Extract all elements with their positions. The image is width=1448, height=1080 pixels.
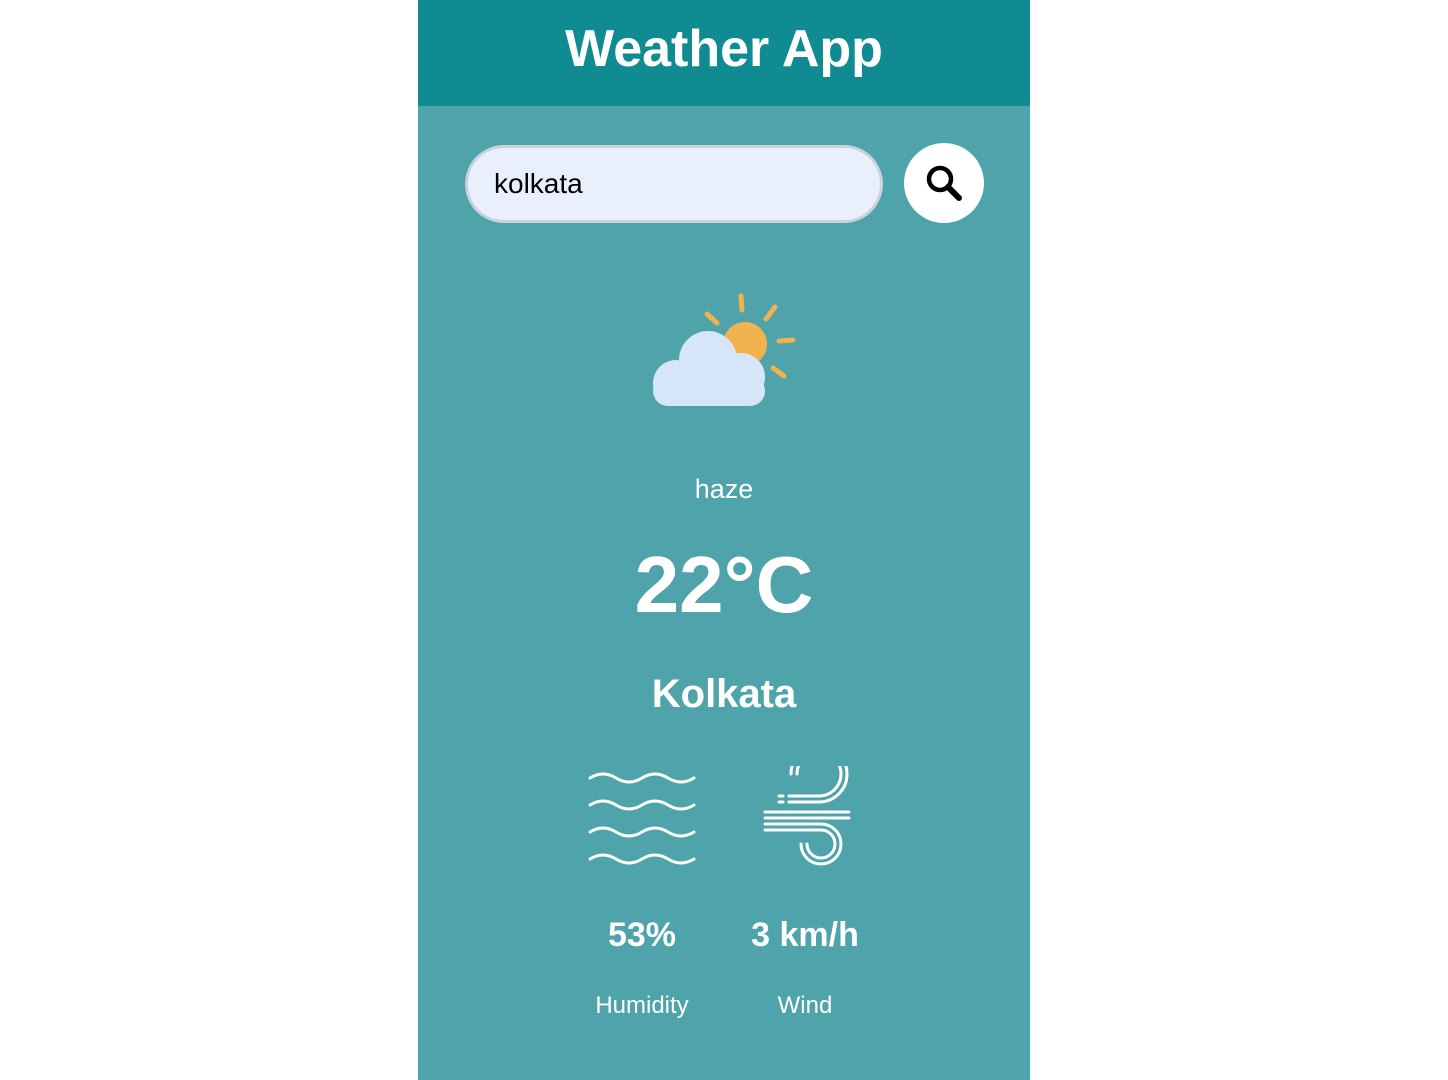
wind-label: Wind: [777, 992, 833, 1019]
app-header: Weather App: [418, 0, 1030, 106]
app-title: Weather App: [565, 20, 883, 78]
weather-app-card: Weather App haze 22°C Kolkata: [418, 0, 1030, 1080]
search-icon: [926, 165, 962, 201]
city-name: Kolkata: [651, 672, 797, 716]
humidity-value: 53%: [607, 916, 677, 954]
weather-condition: haze: [694, 474, 754, 504]
wind-value: 3 km/h: [751, 916, 859, 954]
humidity-waves-icon: [588, 772, 696, 865]
humidity-label: Humidity: [595, 992, 689, 1019]
wind-icon: [763, 766, 851, 866]
city-search-input[interactable]: [465, 145, 883, 223]
wind-detail: 3 km/h Wind: [725, 766, 885, 1019]
humidity-detail: 53% Humidity: [562, 766, 722, 1019]
temperature: 22°C: [634, 540, 814, 629]
partly-cloudy-icon: [653, 293, 796, 406]
search-button[interactable]: [904, 143, 984, 223]
